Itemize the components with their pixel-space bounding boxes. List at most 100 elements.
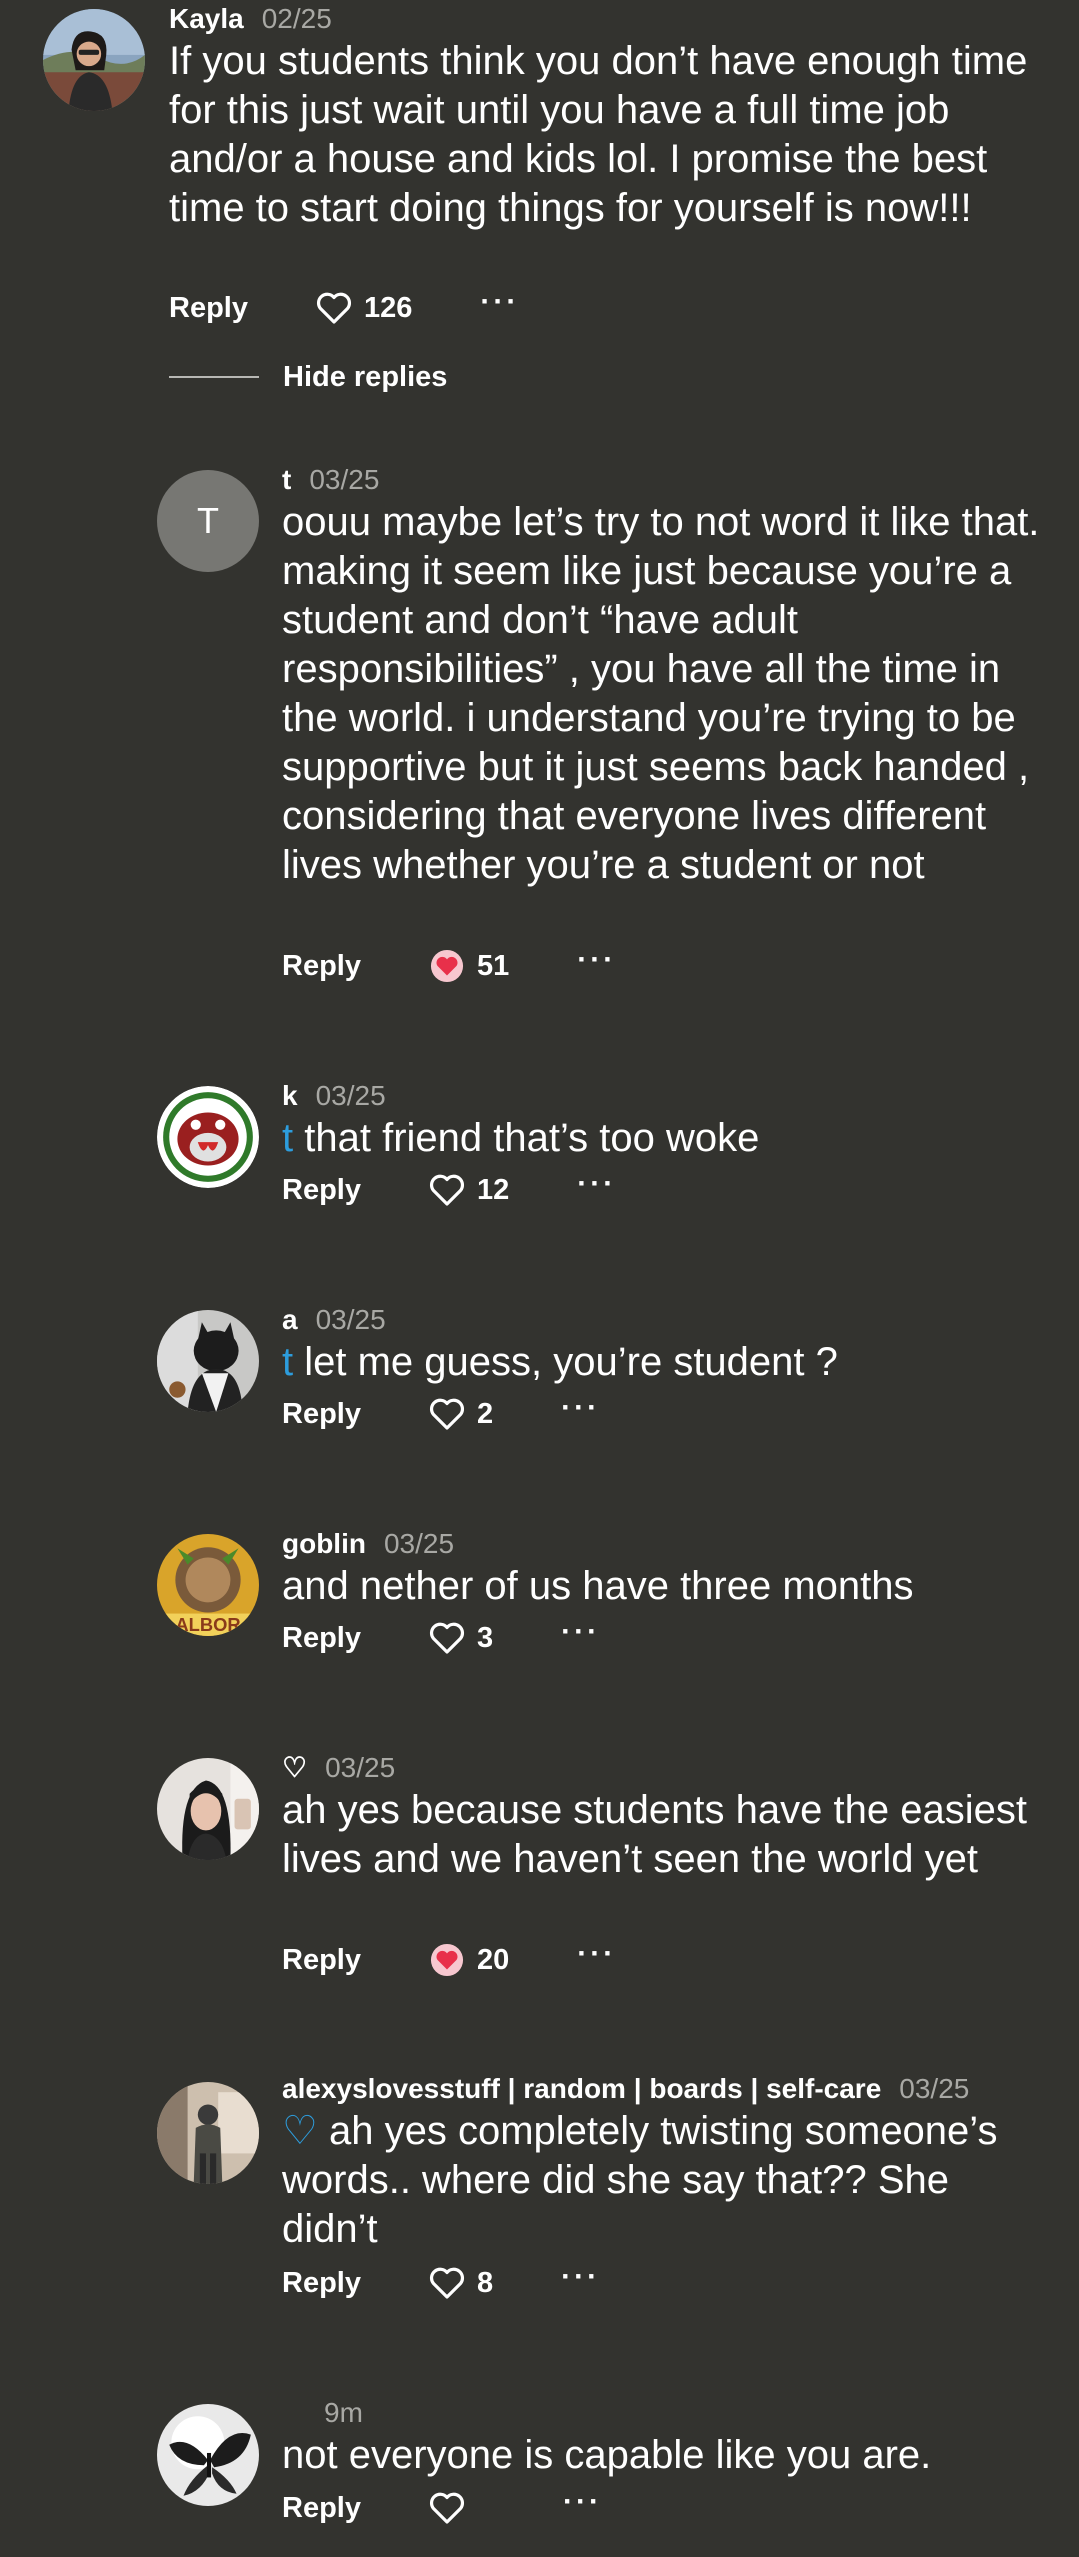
like-button[interactable]: 126 bbox=[316, 291, 412, 325]
more-options-button[interactable]: ··· bbox=[577, 1939, 616, 1969]
avatar[interactable] bbox=[157, 1758, 259, 1860]
like-button[interactable]: 12 bbox=[429, 1173, 509, 1207]
heart-icon bbox=[429, 2492, 464, 2524]
more-options-button[interactable]: ··· bbox=[563, 2487, 602, 2517]
comment-text: t that friend that’s too woke bbox=[282, 1114, 1042, 1163]
heart-icon bbox=[429, 1398, 464, 1430]
comment-text: not everyone is capable like you are. bbox=[282, 2431, 1042, 2480]
comment-body: that friend that’s too woke bbox=[304, 1116, 760, 1160]
heart-icon bbox=[430, 949, 464, 983]
like-button[interactable] bbox=[429, 2491, 477, 2525]
comment-actions: Reply 20 ··· bbox=[282, 1939, 616, 1980]
like-count: 51 bbox=[476, 949, 510, 982]
more-options-button[interactable]: ··· bbox=[561, 1617, 600, 1647]
comment-body: and nether of us have three months bbox=[282, 1564, 914, 1608]
reply-button[interactable]: Reply bbox=[282, 1944, 361, 1977]
comment-actions: Reply 2 ··· bbox=[282, 1393, 600, 1434]
comment-meta: ♡ 03/25 bbox=[282, 1751, 395, 1785]
comment-text: If you students think you don’t have eno… bbox=[169, 37, 1049, 233]
like-count: 12 bbox=[476, 1173, 510, 1206]
mention-link[interactable]: t bbox=[282, 1116, 293, 1160]
comment-text: t let me guess, you’re student ? bbox=[282, 1338, 1042, 1387]
comment-text: ah yes because students have the easiest… bbox=[282, 1786, 1042, 1884]
hide-replies[interactable]: Hide replies bbox=[169, 359, 447, 395]
comment-actions: Reply ··· bbox=[282, 2487, 602, 2528]
reply-button[interactable]: Reply bbox=[282, 1174, 361, 1207]
comment-date: 02/25 bbox=[261, 3, 332, 34]
heart-icon bbox=[430, 1943, 464, 1977]
like-button[interactable]: 2 bbox=[429, 1397, 493, 1431]
like-count: 2 bbox=[476, 1397, 494, 1430]
more-options-button[interactable]: ··· bbox=[480, 287, 519, 317]
comment-date: 03/25 bbox=[899, 2073, 970, 2104]
comment-body: If you students think you don’t have eno… bbox=[169, 39, 1028, 230]
username[interactable]: t bbox=[282, 464, 291, 495]
avatar[interactable] bbox=[157, 1086, 259, 1188]
avatar-letter: T bbox=[197, 500, 219, 541]
reply-button[interactable]: Reply bbox=[282, 2492, 361, 2525]
avatar[interactable] bbox=[157, 1310, 259, 1412]
comment-meta: t 03/25 bbox=[282, 463, 379, 497]
comment-actions: Reply 3 ··· bbox=[282, 1617, 600, 1658]
heart-icon bbox=[429, 1174, 464, 1206]
reply-button[interactable]: Reply bbox=[282, 1622, 361, 1655]
comment-date: 03/25 bbox=[383, 1528, 455, 1559]
reply-button[interactable]: Reply bbox=[282, 950, 361, 983]
username[interactable]: alexyslovesstuff | random | boards | sel… bbox=[282, 2073, 881, 2104]
reply-button[interactable]: Reply bbox=[169, 292, 248, 325]
comment-date: 03/25 bbox=[315, 1304, 386, 1335]
comment-text: oouu maybe let’s try to not word it like… bbox=[282, 498, 1042, 890]
comment-body: not everyone is capable like you are. bbox=[282, 2433, 932, 2477]
comment-body: ah yes completely twisting someone’s wor… bbox=[282, 2109, 998, 2251]
comment-date: 03/25 bbox=[325, 1752, 396, 1783]
more-options-button[interactable]: ··· bbox=[577, 1169, 616, 1199]
comment-body: let me guess, you’re student ? bbox=[304, 1340, 838, 1384]
comment-actions: Reply 8 ··· bbox=[282, 2262, 600, 2303]
comment-meta: Kayla 02/25 bbox=[169, 2, 332, 36]
reply-button[interactable]: Reply bbox=[282, 2267, 361, 2300]
divider bbox=[169, 376, 259, 378]
comment-date: 9m bbox=[324, 2397, 363, 2428]
heart-icon bbox=[316, 292, 351, 324]
comment-date: 03/25 bbox=[315, 1080, 386, 1111]
like-button[interactable]: 51 bbox=[429, 949, 509, 983]
mention-link[interactable]: ♡ bbox=[282, 2109, 318, 2153]
like-button[interactable]: 8 bbox=[429, 2266, 493, 2300]
comment-meta: k 03/25 bbox=[282, 1079, 386, 1113]
comment-text: and nether of us have three months bbox=[282, 1562, 1042, 1611]
reply-button[interactable]: Reply bbox=[282, 1398, 361, 1431]
username[interactable]: ♡ bbox=[282, 1752, 307, 1783]
comment-actions: Reply 12 ··· bbox=[282, 1169, 616, 1210]
more-options-button[interactable]: ··· bbox=[561, 1393, 600, 1423]
username[interactable]: k bbox=[282, 1080, 298, 1111]
like-count: 8 bbox=[476, 2266, 494, 2299]
comment-body: ah yes because students have the easiest… bbox=[282, 1788, 1027, 1881]
like-button[interactable]: 3 bbox=[429, 1621, 493, 1655]
username[interactable]: Kayla bbox=[169, 3, 244, 34]
like-count: 3 bbox=[476, 1621, 494, 1654]
more-options-button[interactable]: ··· bbox=[577, 945, 616, 975]
comment-actions: Reply 51 ··· bbox=[282, 945, 616, 986]
mention-link[interactable]: t bbox=[282, 1340, 293, 1384]
heart-icon bbox=[429, 1622, 464, 1654]
heart-icon bbox=[429, 2267, 464, 2299]
username[interactable]: goblin bbox=[282, 1528, 366, 1559]
comment-meta: a 03/25 bbox=[282, 1303, 386, 1337]
comment-text: ♡ ah yes completely twisting someone’s w… bbox=[282, 2107, 1042, 2254]
like-button[interactable]: 20 bbox=[429, 1943, 509, 1977]
avatar[interactable]: T bbox=[157, 470, 259, 572]
avatar[interactable]: ALBOR bbox=[157, 1534, 259, 1636]
comment-meta: alexyslovesstuff | random | boards | sel… bbox=[282, 2072, 969, 2106]
more-options-button[interactable]: ··· bbox=[561, 2262, 600, 2292]
avatar[interactable] bbox=[43, 9, 145, 111]
hide-replies-button[interactable]: Hide replies bbox=[283, 361, 447, 394]
avatar[interactable] bbox=[157, 2404, 259, 2506]
username[interactable]: a bbox=[282, 1304, 298, 1335]
svg-text:ALBOR: ALBOR bbox=[175, 1614, 240, 1635]
like-count: 20 bbox=[476, 1943, 510, 1976]
comment-meta: 9m bbox=[282, 2396, 363, 2430]
comment-body: oouu maybe let’s try to not word it like… bbox=[282, 500, 1040, 887]
comment-actions: Reply 126 ··· bbox=[169, 287, 519, 328]
avatar[interactable] bbox=[157, 2082, 259, 2184]
like-count: 126 bbox=[363, 291, 413, 324]
